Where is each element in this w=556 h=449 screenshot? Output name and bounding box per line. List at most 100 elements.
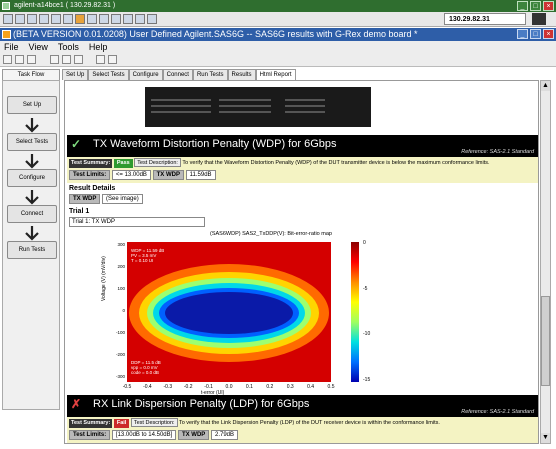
y-axis-label: Voltage (V) (mV/div) — [101, 256, 107, 301]
colorbar-tick: -10 — [363, 331, 371, 337]
connection-icon[interactable] — [15, 14, 25, 24]
plot-title: (SAS6WDP) SAS2_TxDDP(V): Bit-error-ratio… — [210, 231, 332, 237]
html-report-view[interactable]: ✓ TX Waveform Distortion Penalty (WDP) f… — [64, 80, 539, 444]
vnc-maximize-button[interactable]: □ — [530, 1, 541, 11]
test-description-text: To verify that the Link Dispersion Penal… — [178, 420, 440, 426]
tab-run-tests[interactable]: Run Tests — [192, 69, 228, 80]
scroll-down-icon[interactable]: ▼ — [541, 433, 550, 443]
taskflow-select-tests-button[interactable]: Select Tests — [7, 133, 57, 151]
result-metric-line: TX WDP (See image) — [69, 194, 143, 206]
y-tick: -300 — [115, 374, 125, 379]
pause-icon[interactable] — [532, 13, 546, 25]
menu-tools[interactable]: Tools — [58, 41, 79, 53]
app-icon — [2, 30, 11, 39]
app-minimize-button[interactable]: _ — [517, 29, 528, 39]
summary-label: Test Summary: — [69, 159, 113, 168]
screenshot-icon[interactable] — [111, 14, 121, 24]
tab-html-report[interactable]: Html Report — [255, 69, 296, 80]
x-tick: -0.5 — [122, 384, 132, 390]
vnc-toolbar: 130.29.82.31 — [0, 12, 556, 27]
zoom-icon[interactable] — [99, 14, 109, 24]
fullscreen-icon[interactable] — [87, 14, 97, 24]
fail-cross-icon: ✗ — [71, 397, 82, 411]
undo-icon[interactable] — [50, 55, 59, 64]
ctrl-alt-del-icon[interactable] — [51, 14, 61, 24]
tab-strip: Task Flow Set Up Select Tests Configure … — [2, 69, 296, 80]
metric-value: 11.59dB — [185, 170, 216, 181]
vnc-app-icon — [2, 2, 10, 10]
see-image-link[interactable]: (See image) — [102, 194, 143, 205]
tab-connect[interactable]: Connect — [162, 69, 193, 80]
taskflow-connect-button[interactable]: Connect — [7, 205, 57, 223]
test-description-text: To verify that the Waveform Distortion P… — [182, 160, 490, 166]
x-tick: 0.5 — [327, 384, 335, 390]
arrow-down-icon — [25, 118, 39, 133]
x-tick: 0.4 — [307, 384, 315, 390]
ldp-summary-panel: Test Summary: Fail Test Description: To … — [67, 417, 538, 443]
limits-value: <= 13.00dB — [111, 170, 151, 181]
test-description-button[interactable]: Test Description: — [134, 158, 181, 167]
heatmap: WDP = 11.59 dB PV = 3.5 mV T = 0.10 UI D… — [127, 242, 331, 382]
y-tick: 200 — [117, 264, 125, 269]
wdp-limits-line: Test Limits: <= 13.00dB TX WDP 11.59dB — [69, 170, 216, 182]
taskflow-run-tests-button[interactable]: Run Tests — [7, 241, 57, 259]
taskflow-set-up-button[interactable]: Set Up — [7, 96, 57, 114]
result-details-title: Result Details — [69, 185, 116, 192]
wdp-summary-panel: Test Summary: Pass Test Description: To … — [67, 157, 538, 183]
chat-icon[interactable] — [75, 14, 85, 24]
scroll-up-icon[interactable]: ▲ — [541, 81, 550, 91]
x-tick: 0.3 — [286, 384, 294, 390]
tab-select-tests[interactable]: Select Tests — [88, 69, 129, 80]
print-icon[interactable] — [108, 55, 117, 64]
options-icon[interactable] — [3, 14, 13, 24]
open-icon[interactable] — [15, 55, 24, 64]
metric-label: TX WDP — [152, 170, 184, 181]
tab-task-flow[interactable]: Task Flow — [2, 69, 60, 80]
app-maximize-button[interactable]: □ — [530, 29, 541, 39]
vnc-address-field[interactable]: 130.29.82.31 — [444, 13, 526, 25]
vnc-title: agilent-a14bce1 ( 130.29.82.31 ) — [14, 2, 116, 9]
y-axis-ticks: 300 200 100 0 -100 -200 -300 — [111, 242, 125, 382]
disconnect-icon[interactable] — [27, 14, 37, 24]
run-icon[interactable] — [74, 55, 83, 64]
terminal-output-image — [145, 87, 371, 127]
save-icon[interactable] — [27, 55, 36, 64]
colorbar-tick: -5 — [363, 286, 368, 292]
new-icon[interactable] — [3, 55, 12, 64]
vertical-scrollbar[interactable]: ▲ ▼ — [540, 80, 551, 444]
wdp-section-title: TX Waveform Distortion Penalty (WDP) for… — [93, 138, 337, 150]
app-toolbar — [0, 53, 556, 67]
plot-note-bottom: DDP = 11.5 dB vpp = 0.0 mV code = 0.0 dB — [131, 360, 161, 375]
colorbar-tick: 0 — [363, 240, 366, 246]
tab-results[interactable]: Results — [227, 69, 256, 80]
vnc-close-button[interactable]: × — [543, 1, 554, 11]
app-title-bar: (BETA VERSION 0.01.0208) User Defined Ag… — [0, 28, 556, 41]
taskflow-configure-button[interactable]: Configure — [7, 169, 57, 187]
eye-opening — [165, 292, 293, 334]
vnc-minimize-button[interactable]: _ — [517, 1, 528, 11]
arrow-down-icon — [25, 154, 39, 169]
menu-file[interactable]: File — [4, 41, 19, 53]
y-tick: 100 — [117, 286, 125, 291]
info-icon[interactable] — [135, 14, 145, 24]
trial-select[interactable]: Trial 1: TX WDP — [69, 217, 205, 227]
x-tick: 0.2 — [266, 384, 274, 390]
refresh-icon[interactable] — [39, 14, 49, 24]
scroll-thumb[interactable] — [541, 296, 550, 386]
tab-set-up[interactable]: Set Up — [62, 69, 89, 80]
redo-icon[interactable] — [62, 55, 71, 64]
menu-help[interactable]: Help — [89, 41, 108, 53]
task-flow-panel: Set Up Select Tests Configure Connect Ru… — [2, 80, 60, 410]
report-icon[interactable] — [96, 55, 105, 64]
settings-icon[interactable] — [123, 14, 133, 24]
tab-configure[interactable]: Configure — [128, 69, 163, 80]
app-close-button[interactable]: × — [543, 29, 554, 39]
metric-label: TX WDP — [177, 430, 210, 441]
app-title: (BETA VERSION 0.01.0208) User Defined Ag… — [13, 29, 418, 39]
test-description-button[interactable]: Test Description: — [130, 418, 178, 427]
x-tick: 0.1 — [245, 384, 253, 390]
ldp-reference: Reference: SAS-2.1 Standard — [461, 409, 534, 415]
transfer-icon[interactable] — [63, 14, 73, 24]
menu-view[interactable]: View — [29, 41, 48, 53]
help-icon[interactable] — [147, 14, 157, 24]
